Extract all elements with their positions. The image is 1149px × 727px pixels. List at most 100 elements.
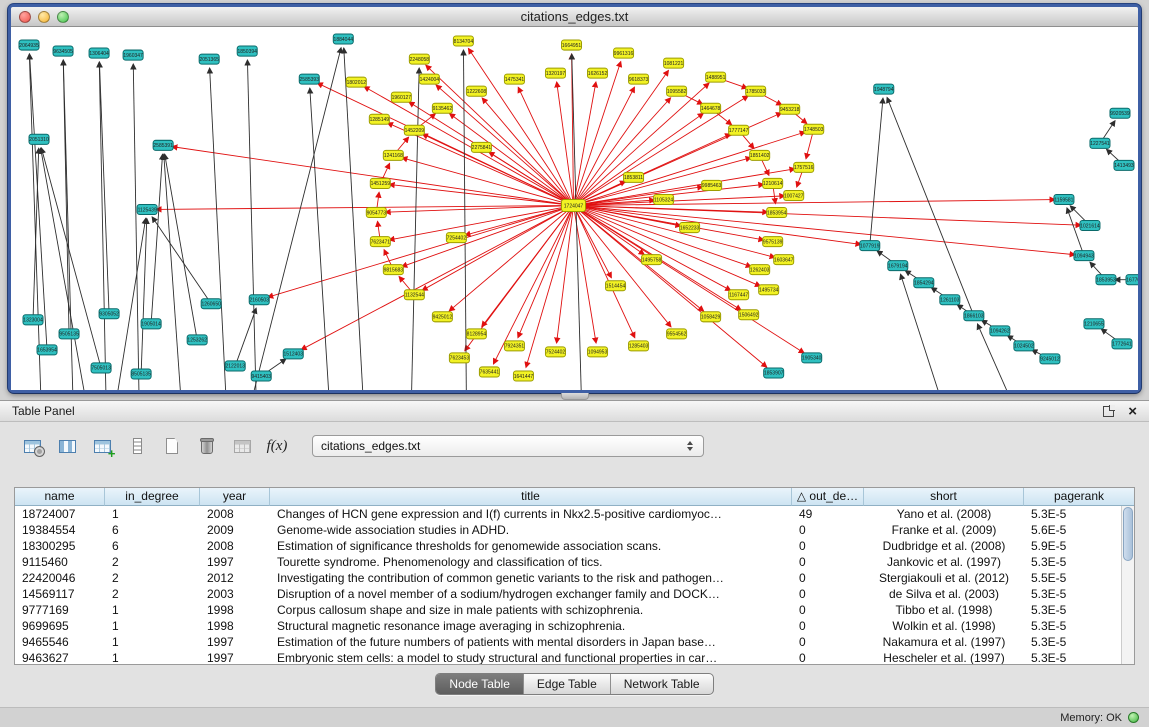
graph-node[interactable]: 7254402	[446, 233, 466, 243]
graph-node[interactable]: 1285403	[629, 341, 649, 351]
table-row[interactable]: 946362711997Embryonic stem cells: a mode…	[15, 650, 1134, 665]
graph-node[interactable]: 1802012	[346, 77, 366, 87]
table-row[interactable]: 911546021997Tourette syndrome. Phenomeno…	[15, 554, 1134, 570]
graph-node[interactable]: 1262403	[750, 265, 770, 275]
graph-node[interactable]: 1626152	[588, 68, 608, 78]
column-header-name[interactable]: name	[15, 488, 105, 506]
graph-node[interactable]: 1495758	[642, 255, 662, 265]
citation-network-graph[interactable]: 1853954957513912624031167447105842995545…	[11, 27, 1138, 390]
graph-node[interactable]: 1320197	[545, 68, 565, 78]
delete-table-button[interactable]	[193, 433, 221, 459]
graph-node[interactable]: 1652233	[680, 223, 700, 233]
float-panel-icon[interactable]	[1103, 406, 1114, 417]
function-builder-button[interactable]: f(x)	[263, 433, 291, 459]
graph-node[interactable]: 9815683	[383, 265, 403, 275]
graph-node[interactable]: 1757516	[794, 162, 814, 172]
graph-node[interactable]: 1451259	[370, 178, 390, 188]
table-row[interactable]: 977716911998Corpus callosum shape and si…	[15, 602, 1134, 618]
graph-node[interactable]: 9920539	[1110, 108, 1130, 118]
graph-node[interactable]: 1603647	[774, 255, 794, 265]
graph-node[interactable]: 1253262	[187, 335, 207, 345]
graph-node[interactable]: 8505135	[131, 369, 151, 379]
graph-node[interactable]: 1021614	[1080, 221, 1100, 231]
graph-node[interactable]: 9575139	[763, 237, 783, 247]
window-titlebar[interactable]: citations_edges.txt	[11, 7, 1138, 27]
graph-node[interactable]: 1210614	[763, 178, 783, 188]
select-columns-button[interactable]	[53, 433, 81, 459]
graph-node[interactable]: 7623453	[449, 353, 469, 363]
graph-node[interactable]: 9135462	[432, 103, 452, 113]
graph-node[interactable]: 9961316	[614, 48, 634, 58]
graph-node[interactable]: 1424004	[419, 74, 439, 84]
graph-node[interactable]: 1222608	[466, 86, 486, 96]
graph-node[interactable]: 1094943	[1074, 251, 1094, 261]
new-table-button[interactable]	[158, 433, 186, 459]
window-close-button[interactable]	[19, 11, 31, 23]
graph-node[interactable]: 2585393	[299, 74, 319, 84]
scrollbar-thumb[interactable]	[1123, 507, 1133, 561]
table-row[interactable]: 969969511998Structural magnetic resonanc…	[15, 618, 1134, 634]
graph-node[interactable]: 9985463	[702, 180, 722, 190]
graph-node[interactable]: 1261103	[940, 295, 960, 305]
network-canvas[interactable]: 1853954957513912624031167447105842995545…	[11, 27, 1138, 390]
column-header-year[interactable]: year	[200, 488, 270, 506]
graph-node[interactable]: 1210655	[1084, 319, 1104, 329]
graph-node[interactable]: 1227541	[1090, 138, 1110, 148]
graph-node[interactable]: 1464678	[701, 103, 721, 113]
graph-node[interactable]: 1081221	[664, 58, 684, 68]
table-row[interactable]: 1938455462009Genome-wide association stu…	[15, 522, 1134, 538]
graph-node[interactable]: 1960347	[123, 50, 143, 60]
graph-node[interactable]: 1323004	[23, 315, 43, 325]
tab-node-table[interactable]: Node Table	[436, 674, 524, 694]
graph-node[interactable]: 9554562	[667, 329, 687, 339]
graph-node[interactable]: 1853907	[764, 368, 784, 378]
graph-node[interactable]: 1285149	[369, 114, 389, 124]
column-header-out_degree[interactable]: △ out_de…	[792, 488, 864, 506]
graph-node[interactable]: 9305052	[99, 309, 119, 319]
network-window[interactable]: citations_edges.txt 1853954 9575139 126240…	[8, 4, 1141, 393]
graph-node[interactable]: 9415403	[251, 371, 271, 381]
table-mode-button[interactable]	[18, 433, 46, 459]
graph-node[interactable]: 7505013	[91, 363, 111, 373]
graph-node[interactable]: 8134704	[453, 36, 473, 46]
graph-node[interactable]: 1506492	[739, 310, 759, 320]
table-scrollbar[interactable]	[1121, 506, 1134, 664]
graph-node[interactable]: 1641447	[513, 371, 533, 381]
graph-node[interactable]: 1167447	[729, 290, 749, 300]
graph-node[interactable]: 1854294	[914, 278, 934, 288]
graph-node[interactable]: 1777147	[729, 125, 749, 135]
graph-node[interactable]: 1260650	[201, 299, 221, 309]
graph-node[interactable]: 2064935	[19, 40, 39, 50]
graph-node[interactable]: 2122013	[225, 361, 245, 371]
graph-node[interactable]: 1948794	[874, 84, 894, 94]
graph-node[interactable]: 1960127	[391, 92, 411, 102]
tab-network-table[interactable]: Network Table	[611, 674, 713, 694]
graph-node[interactable]: 1866103	[964, 311, 984, 321]
graph-node[interactable]: 1679194	[888, 261, 908, 271]
graph-node[interactable]: 9245012	[1040, 354, 1060, 364]
graph-node[interactable]: 1748503	[804, 124, 824, 134]
graph-node[interactable]: 1853811	[624, 172, 644, 182]
table-row[interactable]: 1830029562008Estimation of significance …	[15, 538, 1134, 554]
graph-node[interactable]: 9425012	[432, 312, 452, 322]
graph-node[interactable]: 1905014	[141, 319, 161, 329]
graph-node[interactable]: 1495734	[759, 285, 779, 295]
graph-node[interactable]: 7623471	[370, 237, 390, 247]
graph-node[interactable]: 2160503	[249, 295, 269, 305]
graph-node[interactable]: 1772641	[1112, 339, 1132, 349]
graph-node[interactable]: 1306404	[89, 48, 109, 58]
graph-node[interactable]: 9634505	[53, 46, 73, 56]
graph-node[interactable]: 1724047	[561, 199, 585, 211]
tab-edge-table[interactable]: Edge Table	[524, 674, 611, 694]
graph-node[interactable]: 1653954	[37, 345, 57, 355]
column-header-short[interactable]: short	[864, 488, 1024, 506]
graph-node[interactable]: 1488951	[706, 72, 726, 82]
graph-node[interactable]: 1514454	[606, 281, 626, 291]
graph-node[interactable]: 1851402	[750, 150, 770, 160]
graph-node[interactable]: 1853954	[767, 207, 787, 217]
graph-node[interactable]: 1105324	[654, 194, 674, 204]
graph-node[interactable]: 2051365	[199, 54, 219, 64]
network-file-select[interactable]: citations_edges.txt	[312, 435, 704, 457]
graph-node[interactable]: 9618373	[629, 74, 649, 84]
column-header-title[interactable]: title	[270, 488, 792, 506]
